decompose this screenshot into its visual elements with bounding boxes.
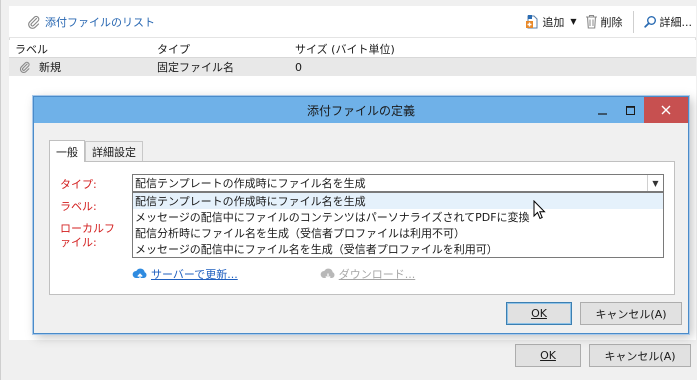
dialog-ok-button[interactable]: OK [506, 302, 572, 325]
column-header-size[interactable]: サイズ (バイト単位) [295, 41, 495, 57]
tab-advanced-label: 詳細設定 [92, 145, 136, 159]
paperclip-icon [19, 61, 30, 73]
minimize-icon [597, 112, 607, 115]
dialog-tabs: 一般 詳細設定 [49, 139, 143, 162]
add-file-icon [526, 14, 538, 28]
type-option[interactable]: メッセージの配信中にファイル名を生成（受信者プロファイルを利用可） [133, 241, 663, 257]
local-file-field-label-line2: ァイル: [60, 236, 97, 249]
type-option[interactable]: 配信テンプレートの作成時にファイル名を生成 [133, 193, 663, 209]
list-toolbar: 添付ファイルのリスト 追加 ▼ 削除 詳細... [9, 6, 696, 38]
row-size-cell: 0 [295, 60, 302, 74]
mouse-cursor-icon [533, 200, 546, 220]
cloud-download-icon [320, 268, 335, 280]
list-title-text: 添付ファイルのリスト [45, 15, 155, 29]
table-row[interactable]: 新規 固定ファイル名 0 [9, 58, 696, 76]
add-button[interactable]: 追加 [521, 11, 568, 33]
delete-button-label: 削除 [600, 15, 623, 29]
toolbar-separator [632, 10, 634, 33]
delete-button[interactable]: 削除 [581, 11, 627, 33]
general-tab-panel: タイプ: ラベル: ローカルフ ァイル: 配信テンプレートの作成時にファイル名を… [49, 161, 675, 295]
chevron-down-icon[interactable]: ▼ [647, 175, 663, 191]
download-label: ダウンロード... [338, 268, 416, 281]
maximize-icon [625, 105, 635, 115]
maximize-button[interactable] [616, 97, 644, 123]
update-on-server-label: サーバーで更新... [151, 268, 238, 281]
list-cancel-button[interactable]: キャンセル(A) [589, 344, 691, 367]
add-dropdown-arrow[interactable]: ▼ [570, 17, 576, 26]
list-window-buttons: OK キャンセル(A) [515, 344, 691, 367]
update-on-server-link[interactable]: サーバーで更新... [132, 266, 238, 282]
dialog-cancel-label: キャンセル(A) [595, 307, 667, 321]
window-controls [588, 97, 688, 123]
type-select-value: 配信テンプレートの作成時にファイル名を生成 [135, 177, 366, 190]
column-header-type[interactable]: タイプ [157, 41, 295, 57]
list-ok-label: OK [540, 349, 556, 362]
list-cancel-label: キャンセル(A) [604, 349, 676, 363]
close-icon [661, 105, 671, 115]
list-title: 添付ファイルのリスト [27, 14, 155, 30]
tab-general[interactable]: 一般 [49, 140, 85, 162]
dialog-cancel-button[interactable]: キャンセル(A) [580, 302, 682, 325]
detail-button[interactable]: 詳細... [640, 11, 697, 33]
label-field-label: ラベル: [60, 200, 97, 213]
table-header: ラベル タイプ サイズ (バイト単位) [9, 40, 696, 58]
type-dropdown-list: 配信テンプレートの作成時にファイル名を生成 メッセージの配信中にファイルのコンテ… [132, 192, 664, 258]
cloud-upload-icon [132, 268, 147, 280]
tab-general-label: 一般 [56, 145, 78, 159]
row-type-cell: 固定ファイル名 [157, 61, 234, 74]
row-label-text: 新規 [39, 61, 61, 74]
dialog-buttons: OK キャンセル(A) [506, 302, 682, 325]
type-field-label: タイプ: [60, 178, 97, 191]
list-ok-button[interactable]: OK [515, 344, 581, 367]
dialog-titlebar[interactable]: 添付ファイルの定義 [34, 97, 688, 123]
type-select[interactable]: 配信テンプレートの作成時にファイル名を生成 ▼ [132, 174, 664, 192]
row-label-cell: 新規 [9, 59, 157, 75]
attachment-definition-dialog: 添付ファイルの定義 一般 詳細設定 タイプ: ラベル: ローカルフ ァイル: 配… [33, 96, 689, 334]
tab-advanced[interactable]: 詳細設定 [85, 141, 143, 161]
file-action-links: サーバーで更新... ダウンロード... [132, 266, 415, 282]
detail-button-label: 詳細... [659, 15, 693, 29]
type-option[interactable]: 配信分析時にファイル名を生成（受信者プロファイルは利用不可） [133, 225, 663, 241]
minimize-button[interactable] [588, 97, 616, 123]
dialog-ok-label: OK [531, 307, 547, 320]
type-option[interactable]: メッセージの配信中にファイルのコンテンツはパーソナライズされてPDFに変換 [133, 209, 663, 225]
trash-icon [585, 14, 597, 29]
column-header-label[interactable]: ラベル [9, 41, 157, 57]
paperclip-icon [28, 15, 40, 29]
add-button-label: 追加 [542, 15, 565, 29]
close-button[interactable] [644, 97, 688, 123]
search-icon [643, 16, 656, 28]
download-link[interactable]: ダウンロード... [320, 266, 416, 282]
